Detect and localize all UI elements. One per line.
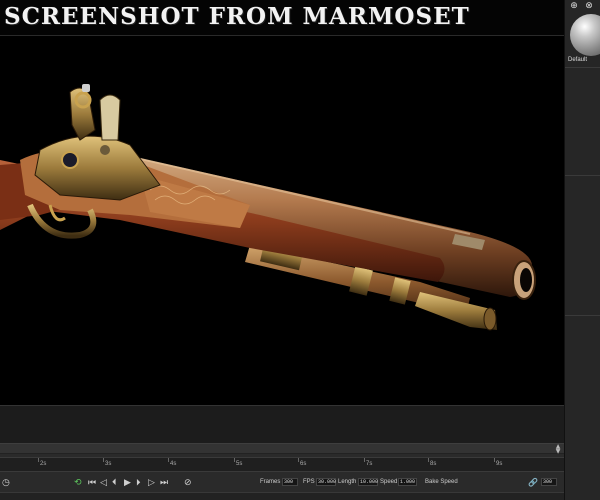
bake-speed-button[interactable]: Bake Speed: [425, 479, 458, 485]
ruler-tick-label: 4s: [170, 461, 177, 467]
ruler-tick: [234, 458, 235, 462]
plus-icon[interactable]: ⊕: [569, 1, 579, 11]
ruler-tick-label: 3s: [105, 461, 112, 467]
panel-divider: [565, 67, 600, 68]
viewport[interactable]: SCREENSHOT FROM MARMOSET: [0, 0, 564, 405]
timeline-status-strip: [0, 492, 564, 500]
last-frame-icon[interactable]: ⏭: [160, 477, 168, 489]
material-preview-sphere[interactable]: [570, 14, 600, 56]
previous-key-icon[interactable]: ◁: [100, 477, 107, 489]
ruler-tick-label: 7s: [366, 461, 373, 467]
first-frame-icon[interactable]: ⏮: [88, 477, 96, 489]
ruler-tick: [494, 458, 495, 462]
step-back-icon[interactable]: ⏴: [112, 477, 117, 489]
end-frame-field[interactable]: 300: [541, 478, 557, 486]
viewport-footer: [0, 405, 564, 443]
step-forward-icon[interactable]: ⏵: [136, 477, 141, 489]
viewport-title: SCREENSHOT FROM MARMOSET: [4, 3, 470, 30]
ruler-tick-label: 2s: [40, 461, 47, 467]
material-name: Default: [568, 57, 588, 63]
speed-label: Speed: [380, 479, 398, 485]
length-label: Length: [338, 479, 357, 485]
ruler-tick-label: 9s: [496, 461, 503, 467]
link-icon[interactable]: 🔗: [528, 477, 538, 489]
flintlock-pistol-render: [0, 84, 536, 331]
timeline-ruler[interactable]: 2s 3s 4s 5s 6s 7s 8s 9s: [0, 457, 564, 472]
timeline-panel: ▲ ▼ 2s 3s 4s 5s 6s 7s 8s 9s ◷ ⟲ ⏮ ◁ ⏴ ▶ ⏵…: [0, 443, 564, 500]
frames-label: Frames: [260, 479, 281, 485]
ruler-tick-label: 6s: [300, 461, 307, 467]
ruler-tick: [298, 458, 299, 462]
close-icon[interactable]: ⊗: [584, 1, 594, 11]
scroll-arrows-icon[interactable]: ▲ ▼: [554, 444, 562, 455]
ruler-tick-label: 8s: [430, 461, 437, 467]
panel-divider: [565, 175, 600, 176]
play-icon[interactable]: ▶: [124, 477, 131, 489]
ruler-tick: [428, 458, 429, 462]
frames-field[interactable]: 300: [282, 478, 298, 486]
ruler-tick: [364, 458, 365, 462]
viewport-title-bar: SCREENSHOT FROM MARMOSET: [0, 0, 564, 36]
ruler-tick: [168, 458, 169, 462]
playback-controls: ◷ ⟲ ⏮ ◁ ⏴ ▶ ⏵ ▷ ⏭ ⊘ Frames 300 FPS 30.00…: [0, 475, 564, 491]
loop-icon[interactable]: ⟲: [74, 477, 82, 489]
material-panel: ⊕ ⊗ Default: [564, 0, 600, 500]
timeline-track[interactable]: [0, 444, 564, 454]
timer-icon[interactable]: ◷: [2, 477, 10, 489]
panel-divider: [565, 315, 600, 316]
speed-field[interactable]: 1.000: [398, 478, 417, 486]
ruler-tick-label: 5s: [236, 461, 243, 467]
ruler-tick: [38, 458, 39, 462]
fps-label: FPS: [303, 479, 315, 485]
length-field[interactable]: 10.000: [358, 478, 378, 486]
record-icon[interactable]: ⊘: [184, 477, 192, 489]
fps-field[interactable]: 30.000: [316, 478, 336, 486]
next-key-icon[interactable]: ▷: [148, 477, 155, 489]
ruler-tick: [103, 458, 104, 462]
